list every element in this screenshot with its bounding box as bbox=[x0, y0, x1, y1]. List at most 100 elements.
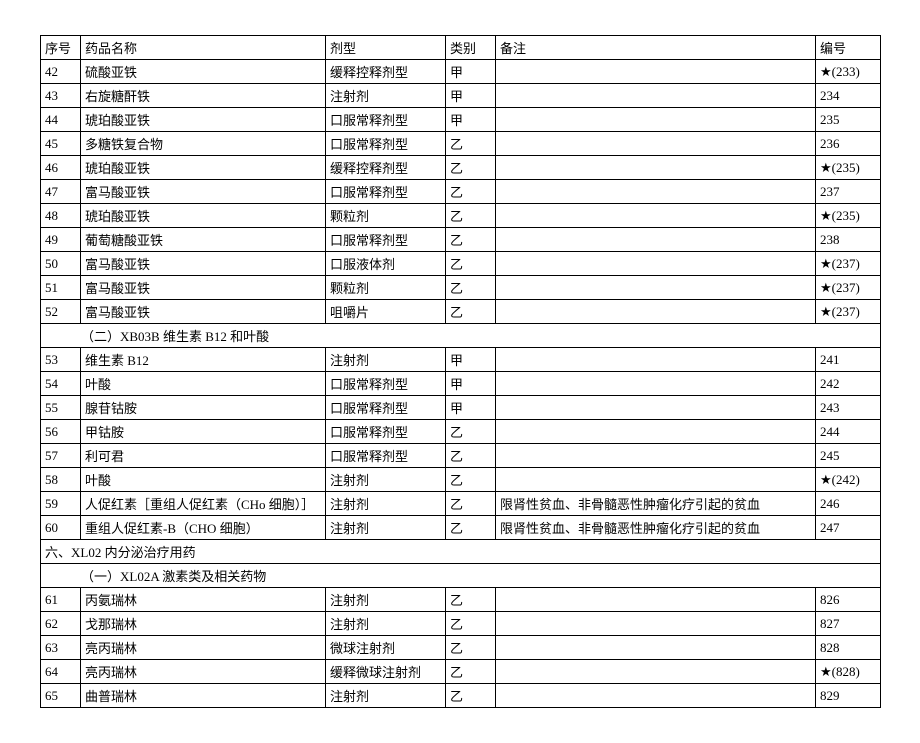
cell-form: 咀嚼片 bbox=[326, 300, 446, 324]
cell-form: 口服常释剂型 bbox=[326, 180, 446, 204]
cell-num: 56 bbox=[41, 420, 81, 444]
cell-code: 241 bbox=[816, 348, 881, 372]
cell-cat: 乙 bbox=[446, 180, 496, 204]
cell-name: 富马酸亚铁 bbox=[81, 252, 326, 276]
cell-form: 微球注射剂 bbox=[326, 636, 446, 660]
cell-cat: 乙 bbox=[446, 276, 496, 300]
cell-code: 235 bbox=[816, 108, 881, 132]
table-row: 61丙氨瑞林注射剂乙826 bbox=[41, 588, 881, 612]
cell-form: 注射剂 bbox=[326, 684, 446, 708]
table-row: 56甲钴胺口服常释剂型乙244 bbox=[41, 420, 881, 444]
cell-num: 48 bbox=[41, 204, 81, 228]
cell-remark bbox=[496, 588, 816, 612]
header-num: 序号 bbox=[41, 36, 81, 60]
cell-remark bbox=[496, 252, 816, 276]
cell-name: 富马酸亚铁 bbox=[81, 276, 326, 300]
table-row: 59人促红素［重组人促红素（CHo 细胞）］注射剂乙限肾性贫血、非骨髓恶性肿瘤化… bbox=[41, 492, 881, 516]
cell-name: 富马酸亚铁 bbox=[81, 300, 326, 324]
cell-num: 63 bbox=[41, 636, 81, 660]
cell-cat: 乙 bbox=[446, 252, 496, 276]
table-row: 54叶酸口服常释剂型甲242 bbox=[41, 372, 881, 396]
table-row: 六、XL02 内分泌治疗用药 bbox=[41, 540, 881, 564]
cell-cat: 乙 bbox=[446, 156, 496, 180]
table-row: 64亮丙瑞林缓释微球注射剂乙★(828) bbox=[41, 660, 881, 684]
header-cat: 类别 bbox=[446, 36, 496, 60]
header-code: 编号 bbox=[816, 36, 881, 60]
cell-form: 缓释控释剂型 bbox=[326, 60, 446, 84]
cell-remark bbox=[496, 276, 816, 300]
table-row: 44琥珀酸亚铁口服常释剂型甲235 bbox=[41, 108, 881, 132]
cell-cat: 乙 bbox=[446, 684, 496, 708]
cell-num: 49 bbox=[41, 228, 81, 252]
cell-remark bbox=[496, 84, 816, 108]
cell-num: 58 bbox=[41, 468, 81, 492]
cell-num: 43 bbox=[41, 84, 81, 108]
cell-cat: 乙 bbox=[446, 660, 496, 684]
cell-code: 243 bbox=[816, 396, 881, 420]
cell-form: 口服液体剂 bbox=[326, 252, 446, 276]
cell-form: 注射剂 bbox=[326, 468, 446, 492]
cell-name: 甲钴胺 bbox=[81, 420, 326, 444]
cell-name: 维生素 B12 bbox=[81, 348, 326, 372]
cell-remark: 限肾性贫血、非骨髓恶性肿瘤化疗引起的贫血 bbox=[496, 492, 816, 516]
cell-remark bbox=[496, 420, 816, 444]
cell-form: 口服常释剂型 bbox=[326, 372, 446, 396]
cell-form: 口服常释剂型 bbox=[326, 396, 446, 420]
cell-form: 口服常释剂型 bbox=[326, 108, 446, 132]
cell-num: 55 bbox=[41, 396, 81, 420]
table-row: 42硫酸亚铁缓释控释剂型甲★(233) bbox=[41, 60, 881, 84]
cell-name: 硫酸亚铁 bbox=[81, 60, 326, 84]
cell-form: 注射剂 bbox=[326, 516, 446, 540]
group-label: 六、XL02 内分泌治疗用药 bbox=[41, 540, 881, 564]
table-row: 48琥珀酸亚铁颗粒剂乙★(235) bbox=[41, 204, 881, 228]
cell-remark bbox=[496, 684, 816, 708]
cell-name: 戈那瑞林 bbox=[81, 612, 326, 636]
cell-num: 52 bbox=[41, 300, 81, 324]
cell-code: 236 bbox=[816, 132, 881, 156]
cell-cat: 乙 bbox=[446, 588, 496, 612]
cell-code: 237 bbox=[816, 180, 881, 204]
cell-name: 叶酸 bbox=[81, 468, 326, 492]
cell-code: 242 bbox=[816, 372, 881, 396]
table-header-row: 序号 药品名称 剂型 类别 备注 编号 bbox=[41, 36, 881, 60]
cell-remark bbox=[496, 180, 816, 204]
cell-remark: 限肾性贫血、非骨髓恶性肿瘤化疗引起的贫血 bbox=[496, 516, 816, 540]
cell-num: 57 bbox=[41, 444, 81, 468]
cell-cat: 乙 bbox=[446, 228, 496, 252]
cell-code: ★(237) bbox=[816, 276, 881, 300]
table-row: 51富马酸亚铁颗粒剂乙★(237) bbox=[41, 276, 881, 300]
cell-num: 62 bbox=[41, 612, 81, 636]
cell-form: 注射剂 bbox=[326, 84, 446, 108]
cell-code: 238 bbox=[816, 228, 881, 252]
cell-form: 注射剂 bbox=[326, 492, 446, 516]
cell-code: ★(235) bbox=[816, 204, 881, 228]
cell-form: 口服常释剂型 bbox=[326, 420, 446, 444]
cell-code: ★(237) bbox=[816, 300, 881, 324]
cell-name: 富马酸亚铁 bbox=[81, 180, 326, 204]
cell-remark bbox=[496, 444, 816, 468]
cell-name: 亮丙瑞林 bbox=[81, 636, 326, 660]
cell-num: 51 bbox=[41, 276, 81, 300]
table-row: 65曲普瑞林注射剂乙829 bbox=[41, 684, 881, 708]
cell-code: ★(237) bbox=[816, 252, 881, 276]
group-label: （二）XB03B 维生素 B12 和叶酸 bbox=[41, 324, 881, 348]
cell-num: 47 bbox=[41, 180, 81, 204]
cell-remark bbox=[496, 396, 816, 420]
cell-code: 245 bbox=[816, 444, 881, 468]
table-row: 53维生素 B12注射剂甲241 bbox=[41, 348, 881, 372]
cell-remark bbox=[496, 348, 816, 372]
table-row: 60重组人促红素-B（CHO 细胞）注射剂乙限肾性贫血、非骨髓恶性肿瘤化疗引起的… bbox=[41, 516, 881, 540]
cell-cat: 乙 bbox=[446, 420, 496, 444]
cell-num: 53 bbox=[41, 348, 81, 372]
cell-code: 826 bbox=[816, 588, 881, 612]
cell-num: 46 bbox=[41, 156, 81, 180]
cell-cat: 乙 bbox=[446, 636, 496, 660]
table-row: 43右旋糖酐铁注射剂甲234 bbox=[41, 84, 881, 108]
cell-form: 注射剂 bbox=[326, 612, 446, 636]
table-row: 45多糖铁复合物口服常释剂型乙236 bbox=[41, 132, 881, 156]
cell-name: 叶酸 bbox=[81, 372, 326, 396]
cell-code: 829 bbox=[816, 684, 881, 708]
table-row: 57利可君口服常释剂型乙245 bbox=[41, 444, 881, 468]
cell-name: 曲普瑞林 bbox=[81, 684, 326, 708]
cell-code: ★(235) bbox=[816, 156, 881, 180]
